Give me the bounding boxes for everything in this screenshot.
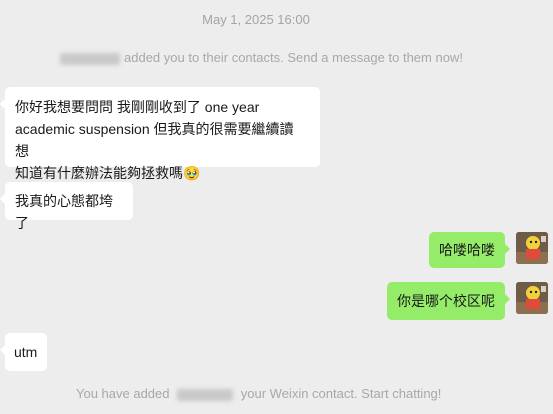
system-message-text: added you to their contacts. Send a mess…: [124, 50, 463, 65]
message-bubble-outgoing[interactable]: 哈喽哈喽: [429, 232, 510, 268]
message-bubble-outgoing[interactable]: 你是哪个校区呢: [387, 282, 510, 320]
message-text: 我真的心態都垮了: [15, 193, 113, 231]
message-text: 你是哪个校区呢: [397, 293, 495, 309]
message-bubble-incoming[interactable]: utm: [0, 333, 47, 371]
message-bubble-incoming[interactable]: 你好我想要問問 我剛剛收到了 one year academic suspens…: [0, 87, 320, 181]
redacted-contact-name: [177, 388, 234, 401]
avatar-image: [516, 232, 548, 264]
redacted-contact-name: [60, 52, 120, 65]
message-text: 哈喽哈喽: [439, 242, 495, 258]
message-text: 知道有什麼辦法能夠拯救嗎: [15, 165, 183, 181]
pleading-face-icon: 🥹: [183, 165, 201, 181]
system-message-added-contacts: added you to their contacts. Send a mess…: [60, 50, 463, 65]
system-message-start-chatting: You have added your Weixin contact. Star…: [76, 386, 441, 401]
message-bubble-incoming[interactable]: 我真的心態都垮了: [0, 182, 133, 231]
message-text: utm: [14, 344, 38, 360]
system-message-text: your Weixin contact. Start chatting!: [240, 386, 442, 401]
chat-timestamp: May 1, 2025 16:00: [202, 12, 310, 27]
user-avatar[interactable]: [516, 282, 548, 314]
chat-window: May 1, 2025 16:00 added you to their con…: [0, 0, 553, 414]
message-line: 知道有什麼辦法能夠拯救嗎🥹: [15, 162, 310, 184]
user-avatar[interactable]: [516, 232, 548, 264]
message-line: academic suspension 但我真的很需要繼續讀 想: [15, 121, 294, 159]
message-line: 你好我想要問問 我剛剛收到了 one year: [15, 99, 260, 115]
system-message-text: You have added: [76, 386, 170, 401]
avatar-image: [516, 282, 548, 314]
